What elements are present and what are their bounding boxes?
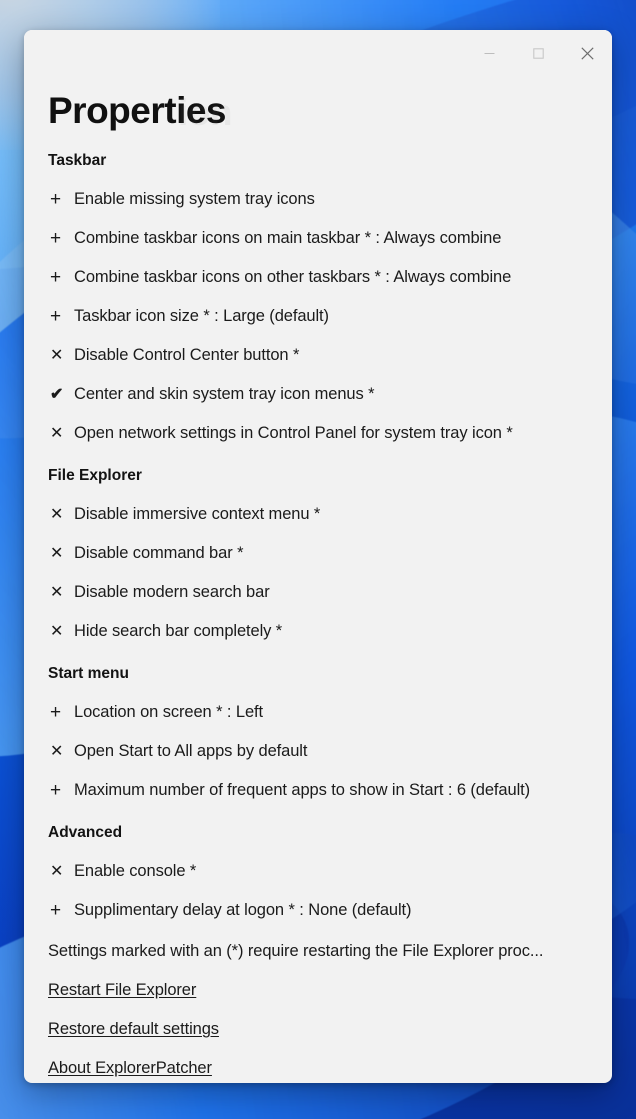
page-title-text: Properties xyxy=(48,90,227,131)
plus-icon: + xyxy=(50,228,62,249)
link-about-explorerpatcher[interactable]: About ExplorerPatcher xyxy=(48,1049,212,1083)
option-row[interactable]: ✕ Open network settings in Control Panel … xyxy=(48,414,590,453)
option-row[interactable]: + Supplimentary delay at logon * : None (… xyxy=(48,891,590,930)
option-label: Open Start to All apps by default xyxy=(74,742,308,760)
plus-icon: + xyxy=(50,267,62,288)
section-header-taskbar: Taskbar xyxy=(48,152,107,169)
check-icon: ✔ xyxy=(50,385,64,403)
option-row[interactable]: ✕ Hide search bar completely * xyxy=(48,612,590,651)
option-label: Disable immersive context menu * xyxy=(74,505,321,523)
option-row[interactable]: ✕ Open Start to All apps by default xyxy=(48,732,590,771)
cross-icon: ✕ xyxy=(50,583,64,601)
plus-icon: + xyxy=(50,780,62,801)
option-row[interactable]: ✕ Disable command bar * xyxy=(48,534,590,573)
section-header-start-menu: Start menu xyxy=(48,665,129,682)
option-label: Disable modern search bar xyxy=(74,583,270,601)
option-label: Taskbar icon size * : Large (default) xyxy=(74,307,329,325)
window-titlebar xyxy=(24,30,612,76)
option-row[interactable]: + Combine taskbar icons on main taskbar *… xyxy=(48,219,590,258)
option-label: Enable console * xyxy=(74,862,197,880)
option-row[interactable]: + Taskbar icon size * : Large (default) xyxy=(48,297,590,336)
cross-icon: ✕ xyxy=(50,505,64,523)
option-label: Supplimentary delay at logon * : None (d… xyxy=(74,901,412,919)
option-row[interactable]: ✕ Disable Control Center button * xyxy=(48,336,590,375)
cross-icon: ✕ xyxy=(50,424,64,442)
page-title: Properties ion xyxy=(48,92,590,138)
section-header-advanced: Advanced xyxy=(48,824,123,841)
cross-icon: ✕ xyxy=(50,544,64,562)
option-row[interactable]: + Combine taskbar icons on other taskbars… xyxy=(48,258,590,297)
option-row[interactable]: ✔ Center and skin system tray icon menus … xyxy=(48,375,590,414)
option-label: Disable Control Center button * xyxy=(74,346,300,364)
option-row[interactable]: ✕ Enable console * xyxy=(48,852,590,891)
link-restart-file-explorer[interactable]: Restart File Explorer xyxy=(48,971,196,1010)
cross-icon: ✕ xyxy=(50,862,64,880)
properties-content: Properties ion Taskbar + Enable missing sy… xyxy=(24,76,612,1083)
option-row[interactable]: + Maximum number of frequent apps to show… xyxy=(48,771,590,810)
cross-icon: ✕ xyxy=(50,346,64,364)
option-label: Center and skin system tray icon menus * xyxy=(74,385,375,403)
option-label: Maximum number of frequent apps to show … xyxy=(74,781,531,799)
option-row[interactable]: ✕ Disable immersive context menu * xyxy=(48,495,590,534)
plus-icon: + xyxy=(50,702,62,723)
option-label: Hide search bar completely * xyxy=(74,622,283,640)
cross-icon: ✕ xyxy=(50,742,64,760)
minimize-button[interactable] xyxy=(465,30,514,76)
cross-icon: ✕ xyxy=(50,622,64,640)
plus-icon: + xyxy=(50,306,62,327)
plus-icon: + xyxy=(50,900,62,921)
link-restore-default-settings[interactable]: Restore default settings xyxy=(48,1010,219,1049)
settings-sections: Taskbar + Enable missing system tray icons… xyxy=(48,146,590,930)
minimize-icon xyxy=(484,48,495,59)
option-row[interactable]: ✕ Disable modern search bar xyxy=(48,573,590,612)
option-label: Open network settings in Control Panel f… xyxy=(74,424,513,442)
option-label: Disable command bar * xyxy=(74,544,244,562)
maximize-button[interactable] xyxy=(514,30,563,76)
footer-links: Restart File Explorer Restore default set… xyxy=(48,971,590,1083)
option-label: Combine taskbar icons on other taskbars … xyxy=(74,268,512,286)
option-label: Enable missing system tray icons xyxy=(74,190,315,208)
option-row[interactable]: + Enable missing system tray icons xyxy=(48,180,590,219)
option-row[interactable]: + Location on screen * : Left xyxy=(48,693,590,732)
option-label: Combine taskbar icons on main taskbar * … xyxy=(74,229,502,247)
maximize-icon xyxy=(533,47,544,59)
close-button[interactable] xyxy=(563,30,612,76)
section-header-file-explorer: File Explorer xyxy=(48,467,142,484)
plus-icon: + xyxy=(50,189,62,210)
option-label: Location on screen * : Left xyxy=(74,703,264,721)
properties-window: Properties ion Taskbar + Enable missing sy… xyxy=(24,30,612,1083)
restart-footnote: Settings marked with an (*) require rest… xyxy=(48,942,544,960)
close-icon xyxy=(581,46,594,60)
